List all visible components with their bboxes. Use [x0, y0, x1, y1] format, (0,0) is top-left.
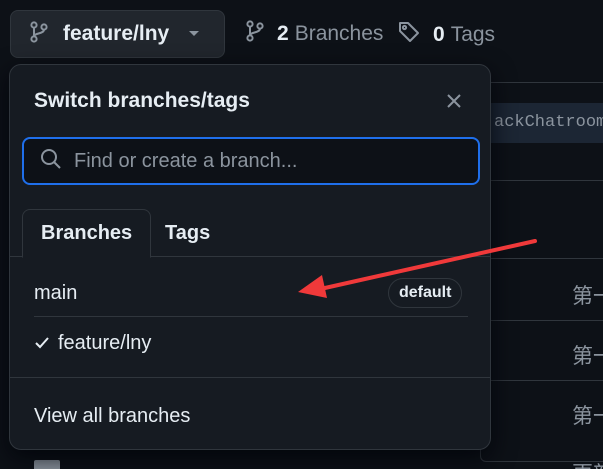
- branch-item-main[interactable]: main default: [10, 269, 490, 317]
- view-all-branches-link[interactable]: View all branches: [34, 405, 190, 428]
- tags-label: Tags: [450, 23, 496, 46]
- branch-count: 2: [277, 22, 289, 45]
- default-badge: default: [388, 278, 463, 308]
- commit-text[interactable]: 第一: [572, 340, 603, 370]
- branch-switcher-popover: Switch branches/tags Branches Tags main …: [9, 64, 491, 450]
- close-icon[interactable]: [442, 89, 466, 113]
- tags-link[interactable]: 0 Tags: [397, 20, 495, 50]
- branch-search-input[interactable]: [74, 149, 478, 173]
- branch-item-feature-lny[interactable]: feature/lny: [10, 319, 490, 367]
- tab-tags[interactable]: Tags: [165, 209, 210, 258]
- folder-icon: [34, 460, 60, 469]
- tag-icon: [397, 20, 421, 50]
- commit-text[interactable]: 第一: [572, 400, 603, 430]
- git-branch-icon: [29, 20, 49, 48]
- branch-search-field[interactable]: [22, 137, 480, 185]
- repo-page: ackChatroom: 第一 第一 第一 更新 feature/lny 2 B…: [0, 0, 603, 469]
- git-branch-icon: [245, 20, 265, 48]
- search-icon: [40, 148, 62, 175]
- branch-tag-tabs: Branches Tags: [10, 209, 490, 258]
- file-row-divider: [480, 320, 603, 321]
- commit-text[interactable]: 第一: [572, 280, 603, 310]
- tab-branches[interactable]: Branches: [22, 209, 152, 258]
- file-row-divider: [480, 258, 603, 259]
- current-branch-name: feature/lny: [63, 22, 170, 45]
- caret-down-icon: [187, 25, 201, 43]
- latest-commit-message[interactable]: ackChatroom:: [480, 103, 603, 143]
- commit-text[interactable]: 更新: [572, 458, 603, 469]
- list-divider: [34, 316, 468, 317]
- popover-title: Switch branches/tags: [34, 89, 250, 112]
- check-icon: [34, 336, 58, 350]
- branches-link[interactable]: 2 Branches: [245, 20, 383, 48]
- footer-divider: [10, 377, 490, 378]
- branch-selector-button[interactable]: feature/lny: [10, 10, 225, 58]
- branch-name: feature/lny: [58, 331, 152, 354]
- branch-name: main: [34, 281, 78, 304]
- tag-count: 0: [433, 23, 445, 46]
- file-row-divider: [480, 180, 603, 181]
- branches-label: Branches: [294, 22, 384, 45]
- file-row-divider: [480, 380, 603, 381]
